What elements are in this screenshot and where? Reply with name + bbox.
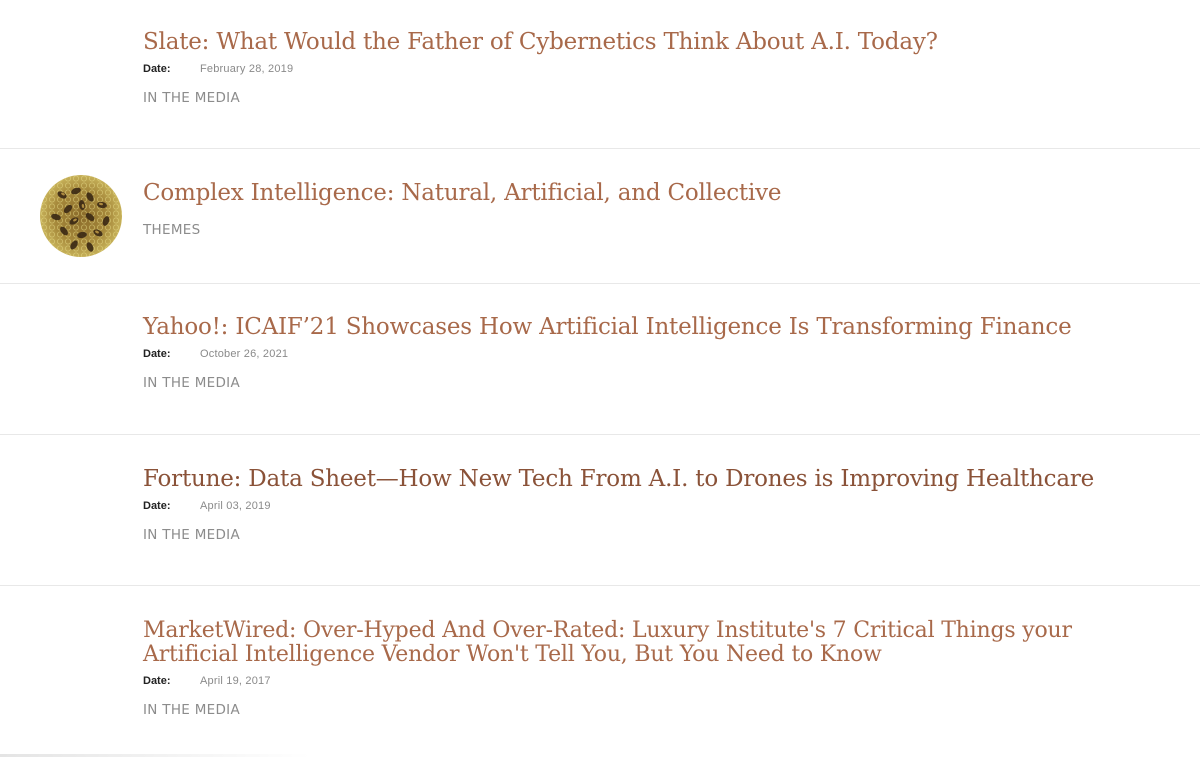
category-link[interactable]: THEMES [143,222,200,238]
date-label: Date: [143,500,171,512]
date-value: April 03, 2019 [200,500,271,512]
result-item: Fortune: Data Sheet—How New Tech From A.… [0,435,1200,586]
result-item: Complex Intelligence: Natural, Artificia… [0,149,1200,284]
category-link[interactable]: IN THE MEDIA [143,90,240,106]
category-link[interactable]: IN THE MEDIA [143,702,240,718]
category-link[interactable]: IN THE MEDIA [143,375,240,391]
date-row: Date: April 19, 2017 [143,675,1160,691]
date-label: Date: [143,348,171,360]
result-title-link[interactable]: MarketWired: Over-Hyped And Over-Rated: … [143,619,1160,667]
result-title-link[interactable]: Slate: What Would the Father of Cybernet… [143,30,1160,55]
result-item: Slate: What Would the Father of Cybernet… [0,0,1200,149]
date-row: Date: February 28, 2019 [143,63,1160,79]
date-value: October 26, 2021 [200,348,289,360]
result-item: MarketWired: Over-Hyped And Over-Rated: … [0,586,1200,757]
result-title-link[interactable]: Yahoo!: ICAIF’21 Showcases How Artificia… [143,315,1160,340]
honeybees-thumbnail[interactable] [40,175,122,257]
date-label: Date: [143,675,171,687]
category-link[interactable]: IN THE MEDIA [143,527,240,543]
date-label: Date: [143,63,171,75]
date-row: Date: October 26, 2021 [143,348,1160,364]
date-row: Date: April 03, 2019 [143,500,1160,516]
honeybees-thumbnail-image [40,175,122,257]
date-value: February 28, 2019 [200,63,294,75]
result-title-link[interactable]: Fortune: Data Sheet—How New Tech From A.… [143,467,1160,492]
result-item: Yahoo!: ICAIF’21 Showcases How Artificia… [0,284,1200,435]
date-value: April 19, 2017 [200,675,271,687]
result-title-link[interactable]: Complex Intelligence: Natural, Artificia… [143,181,1160,206]
